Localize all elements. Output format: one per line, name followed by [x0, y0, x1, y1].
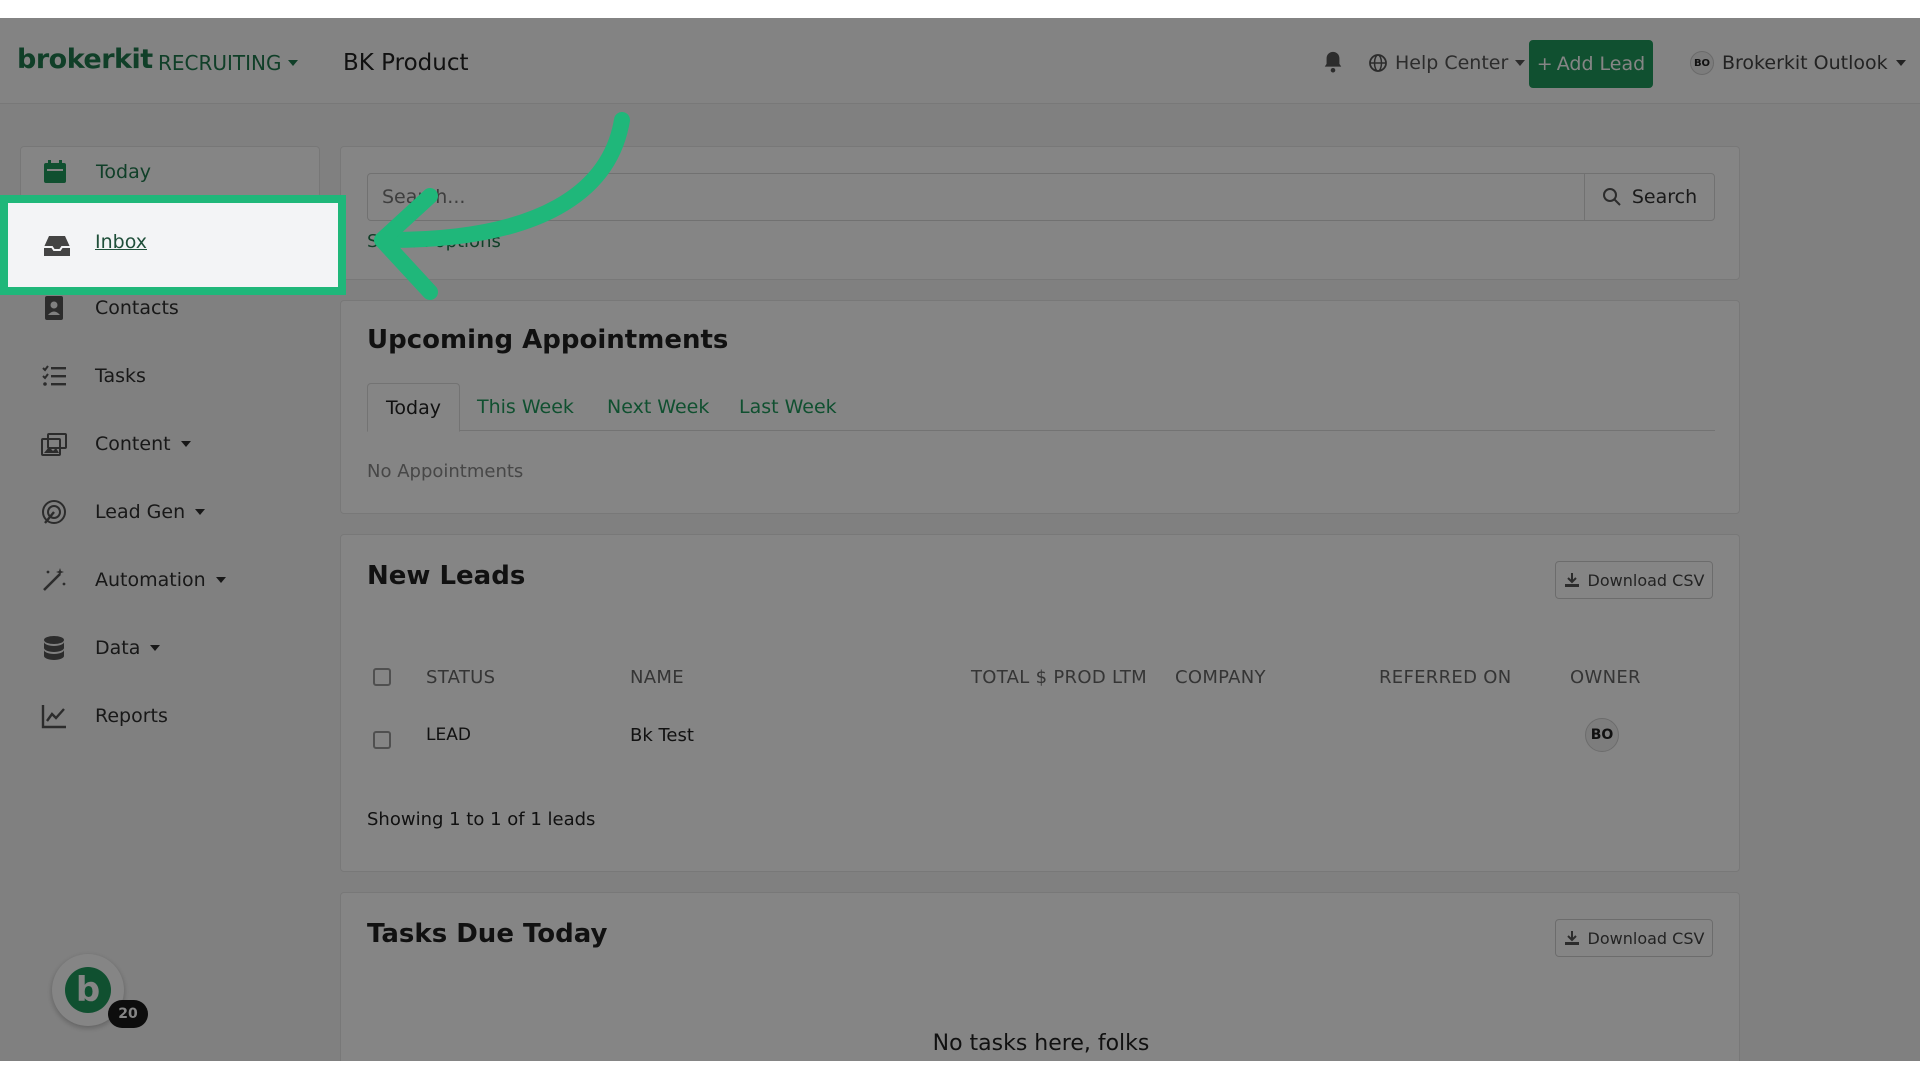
sidebar-item-data[interactable]: Data — [20, 622, 320, 674]
sidebar-item-today[interactable]: Today — [20, 146, 320, 198]
tasks-due-card: Tasks Due Today Download CSV No tasks he… — [340, 892, 1740, 1061]
sidebar-item-label: Lead Gen — [95, 501, 186, 523]
lead-gen-icon — [42, 500, 66, 524]
sidebar-item-tasks[interactable]: Tasks — [20, 350, 320, 402]
sidebar-item-lead-gen[interactable]: Lead Gen — [20, 486, 320, 538]
download-csv-button[interactable]: Download CSV — [1555, 919, 1713, 957]
column-header-status[interactable]: STATUS — [426, 667, 495, 688]
sidebar-item-automation[interactable]: Automation — [20, 554, 320, 606]
chevron-down-icon — [195, 509, 206, 515]
user-name: Brokerkit Outlook — [1722, 52, 1888, 74]
highlighted-inbox-item[interactable]: Inbox — [0, 195, 346, 295]
org-name: BK Product — [343, 50, 469, 76]
search-input[interactable] — [367, 173, 1585, 221]
globe-icon — [1369, 54, 1387, 72]
no-appointments-text: No Appointments — [367, 461, 524, 482]
search-options-link[interactable]: Search options — [367, 231, 501, 252]
brokerkit-b-logo: b — [65, 967, 111, 1013]
search-button-label: Search — [1631, 186, 1698, 208]
new-leads-title: New Leads — [367, 561, 526, 591]
download-icon — [1564, 573, 1579, 587]
magic-wand-icon — [43, 568, 66, 591]
avatar: BO — [1690, 51, 1714, 75]
lead-name-link[interactable]: Bk Test — [630, 725, 694, 746]
chevron-down-icon — [215, 577, 226, 583]
tasks-due-title: Tasks Due Today — [367, 919, 608, 949]
no-tasks-text: No tasks here, folks — [932, 1031, 1150, 1056]
add-lead-button[interactable]: + Add Lead — [1529, 40, 1653, 88]
inbox-label: Inbox — [95, 231, 147, 253]
column-header-total-prod[interactable]: TOTAL $ PROD LTM — [971, 667, 1147, 688]
lead-status: LEAD — [426, 725, 471, 745]
search-button[interactable]: Search — [1584, 173, 1715, 221]
bell-icon[interactable] — [1322, 50, 1344, 74]
sidebar-item-label: Today — [96, 161, 151, 183]
appointments-card: Upcoming Appointments Today This Week Ne… — [340, 300, 1740, 514]
tab-this-week[interactable]: This Week — [477, 383, 574, 431]
sidebar-item-label: Content — [95, 433, 171, 455]
download-csv-button[interactable]: Download CSV — [1555, 561, 1713, 599]
search-card: Search Search options — [340, 146, 1740, 280]
appointments-tabs: Today This Week Next Week Last Week — [367, 383, 1715, 432]
select-all-checkbox[interactable] — [373, 668, 391, 686]
column-header-owner[interactable]: OWNER — [1570, 667, 1641, 688]
user-menu[interactable]: BO Brokerkit Outlook — [1690, 51, 1906, 75]
search-icon — [1602, 188, 1621, 206]
content-icon — [41, 433, 67, 456]
appointments-title: Upcoming Appointments — [367, 325, 729, 355]
leads-pagination-info: Showing 1 to 1 of 1 leads — [367, 809, 596, 830]
sidebar-item-label: Tasks — [95, 365, 146, 387]
chevron-down-icon — [1515, 60, 1526, 66]
download-csv-label: Download CSV — [1587, 570, 1705, 590]
download-csv-label: Download CSV — [1587, 928, 1705, 948]
database-icon — [44, 636, 64, 660]
sidebar-item-reports[interactable]: Reports — [20, 690, 320, 742]
plus-icon: + — [1536, 53, 1553, 75]
column-header-referred-on[interactable]: REFERRED ON — [1379, 667, 1512, 688]
chevron-down-icon — [150, 645, 161, 651]
chevron-down-icon — [287, 60, 298, 66]
inbox-icon — [44, 236, 70, 256]
help-center-dropdown[interactable]: Help Center — [1368, 52, 1526, 74]
new-leads-card: New Leads Download CSV STATUS NAME TOTAL… — [340, 534, 1740, 872]
sidebar-item-label: Reports — [95, 705, 168, 727]
module-switcher[interactable]: RECRUITING — [158, 51, 298, 75]
task-list-icon — [42, 365, 66, 386]
sidebar-item-label: Data — [95, 637, 141, 659]
tab-last-week[interactable]: Last Week — [739, 383, 837, 431]
tab-today[interactable]: Today — [367, 383, 460, 432]
app-window: brokerkit RECRUITING BK Product Help Cen… — [0, 18, 1920, 1061]
column-header-name[interactable]: NAME — [630, 667, 684, 688]
sidebar-item-label: Contacts — [95, 297, 179, 319]
tab-next-week[interactable]: Next Week — [607, 383, 709, 431]
contact-book-icon — [45, 296, 63, 320]
column-header-company[interactable]: COMPANY — [1175, 667, 1266, 688]
sidebar-item-label: Automation — [95, 569, 206, 591]
calendar-icon — [44, 160, 66, 183]
row-checkbox[interactable] — [373, 731, 391, 749]
chart-icon — [41, 705, 66, 729]
help-center-label: Help Center — [1395, 52, 1509, 74]
chevron-down-icon — [1895, 60, 1906, 66]
owner-avatar: BO — [1585, 718, 1619, 752]
module-label: RECRUITING — [158, 51, 282, 75]
add-lead-label: Add Lead — [1556, 53, 1646, 75]
top-header: brokerkit RECRUITING BK Product Help Cen… — [0, 18, 1920, 104]
chevron-down-icon — [180, 441, 191, 447]
notification-count-badge: 20 — [108, 1000, 148, 1028]
sidebar-item-content[interactable]: Content — [20, 418, 320, 470]
download-icon — [1564, 931, 1579, 945]
brokerkit-logo[interactable]: brokerkit — [17, 44, 153, 75]
